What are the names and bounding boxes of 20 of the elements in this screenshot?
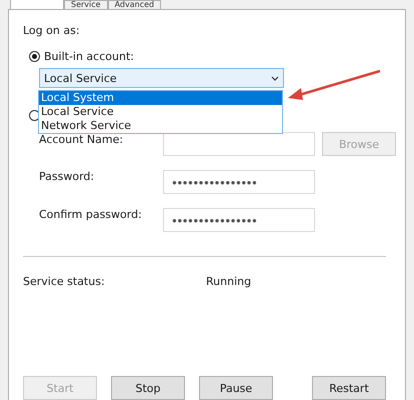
input-field[interactable] bbox=[163, 132, 315, 156]
tab[interactable]: Service bbox=[64, 0, 108, 9]
tab[interactable] bbox=[10, 0, 64, 9]
account-dropdown[interactable]: Local Service bbox=[39, 68, 284, 88]
chevron-icon bbox=[271, 76, 279, 80]
radio-button[interactable] bbox=[29, 50, 40, 62]
action-button[interactable]: Restart bbox=[312, 376, 386, 400]
logon-label: Log on as: bbox=[23, 24, 81, 37]
field-label: Confirm password: bbox=[39, 208, 143, 223]
field-label: Account Name: bbox=[39, 133, 124, 148]
input-field[interactable]: ●●●●●●●●●●●●●●●● bbox=[163, 208, 315, 232]
action-button[interactable]: Stop bbox=[111, 376, 185, 400]
action-button[interactable]: Pause bbox=[199, 376, 273, 400]
status-value: Running bbox=[206, 275, 252, 288]
field-label: Password: bbox=[39, 170, 96, 185]
radio-label: Built-in account: bbox=[44, 50, 134, 62]
input-field[interactable]: ●●●●●●●●●●●●●●●● bbox=[163, 170, 315, 194]
tab[interactable]: Advanced bbox=[108, 0, 162, 9]
dropdown-option[interactable]: Local System bbox=[39, 91, 282, 105]
status-label: Service status: bbox=[23, 275, 106, 288]
